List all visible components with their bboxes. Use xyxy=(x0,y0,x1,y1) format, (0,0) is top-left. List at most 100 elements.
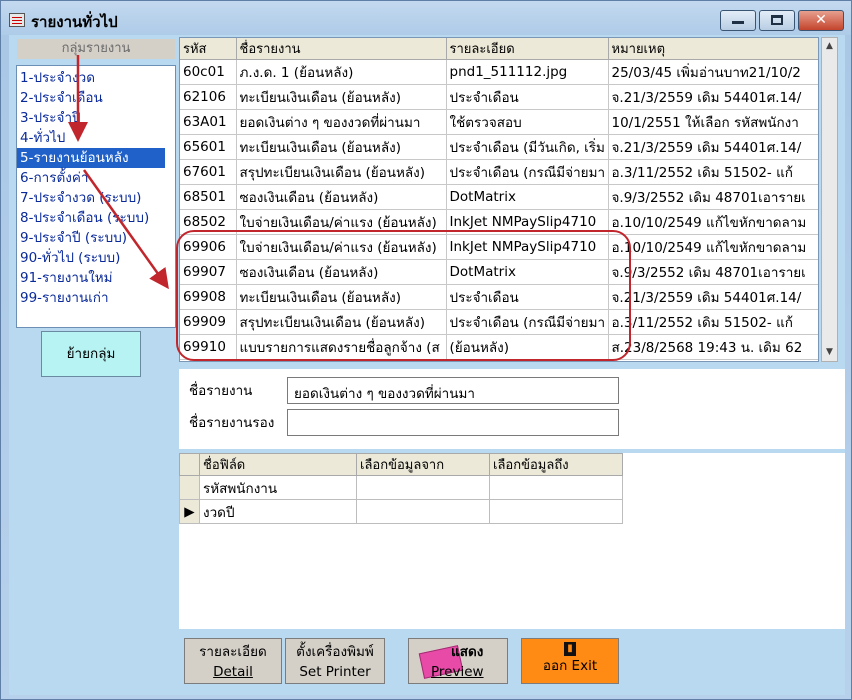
report-cell[interactable]: 25/03/45 เพิ่มอ่านบาท21/10/2 xyxy=(608,59,818,85)
title-bar[interactable]: รายงานทั่วไป ✕ xyxy=(1,1,851,35)
report-cell[interactable]: ซองเงินเดือน (ย้อนหลัง) xyxy=(236,184,447,210)
field-column-header[interactable]: เลือกข้อมูลจาก xyxy=(356,453,490,476)
report-group-item[interactable]: 5-รายงานย้อนหลัง xyxy=(17,148,165,168)
row-selector-icon[interactable] xyxy=(179,475,200,500)
report-row[interactable]: 63A01 ยอดเงินต่าง ๆ ของงวดที่ผ่านมา ใช้ตรว… xyxy=(180,109,818,135)
report-column-header[interactable]: ชื่อรายงาน xyxy=(236,38,447,60)
report-cell[interactable]: ส.23/8/2568 19:43 น. เดิม 62 xyxy=(608,334,818,360)
report-cell[interactable]: 60c01 xyxy=(180,59,237,85)
report-cell[interactable]: ใบจ่ายเงินเดือน/ค่าแรง (ย้อนหลัง) xyxy=(236,234,447,260)
report-cell[interactable]: 68502 xyxy=(180,209,237,235)
report-cell[interactable]: อ.10/10/2549 แก้ไขหักขาดลาม xyxy=(608,234,818,260)
field-cell-from[interactable] xyxy=(356,499,490,524)
field-cell-to[interactable] xyxy=(489,475,623,500)
scroll-up-icon[interactable]: ▲ xyxy=(822,38,837,55)
report-group-list[interactable]: 1-ประจำงวด 2-ประจำเดือน 3-ประจำปี 4-ทั่วไป 5… xyxy=(16,65,176,328)
field-row[interactable]: ▶ งวดปี xyxy=(179,499,623,524)
report-cell[interactable]: 69908 xyxy=(180,284,237,310)
report-row[interactable]: 69910 แบบรายการแสดงรายชื่อลูกจ้าง (ส (ย้อน… xyxy=(180,334,818,360)
maximize-button[interactable] xyxy=(759,10,795,31)
report-row[interactable]: 69908 ทะเบียนเงินเดือน (ย้อนหลัง) ประจำเดื… xyxy=(180,284,818,310)
report-cell[interactable]: 69907 xyxy=(180,259,237,285)
report-cell[interactable]: สรุปทะเบียนเงินเดือน (ย้อนหลัง) xyxy=(236,159,447,185)
report-cell[interactable]: ประจำเดือน (มีวันเกิด, เริ่ม xyxy=(446,134,609,160)
report-cell[interactable]: ใช้ตรวจสอบ xyxy=(446,109,609,135)
detail-button[interactable]: รายละเอียด Detail xyxy=(184,638,282,684)
report-cell[interactable]: จ.9/3/2552 เดิม 48701เอารายเ xyxy=(608,184,818,210)
report-cell[interactable]: 69910 xyxy=(180,334,237,360)
report-group-item[interactable]: 8-ประจำเดือน (ระบบ) xyxy=(17,208,175,228)
report-cell[interactable]: สรุปทะเบียนเงินเดือน (ย้อนหลัง) xyxy=(236,309,447,335)
report-grid-scrollbar[interactable]: ▲ ▼ xyxy=(821,37,838,362)
report-cell[interactable]: DotMatrix xyxy=(446,184,609,210)
field-row[interactable]: รหัสพนักงาน xyxy=(179,475,623,500)
report-cell[interactable]: ทะเบียนเงินเดือน (ย้อนหลัง) xyxy=(236,284,447,310)
report-cell[interactable]: จ.21/3/2559 เดิม 54401ศ.14/ xyxy=(608,134,818,160)
report-group-item[interactable]: 2-ประจำเดือน xyxy=(17,88,175,108)
report-cell[interactable]: จ.9/3/2552 เดิม 48701เอารายเ xyxy=(608,259,818,285)
report-group-item[interactable]: 99-รายงานเก่า xyxy=(17,288,175,308)
report-cell[interactable]: ภ.ง.ด. 1 (ย้อนหลัง) xyxy=(236,59,447,85)
report-cell[interactable]: 67601 xyxy=(180,159,237,185)
report-column-header[interactable]: รายละเอียด xyxy=(446,38,609,60)
report-cell[interactable]: อ.3/11/2552 เดิม 51502- แก้ xyxy=(608,309,818,335)
report-cell[interactable]: ทะเบียนเงินเดือน (ย้อนหลัง) xyxy=(236,134,447,160)
report-cell[interactable]: 63A01 xyxy=(180,109,237,135)
report-cell[interactable]: 68501 xyxy=(180,184,237,210)
report-cell[interactable]: 62106 xyxy=(180,84,237,110)
report-cell[interactable]: ทะเบียนเงินเดือน (ย้อนหลัง) xyxy=(236,84,447,110)
report-grid[interactable]: รหัส ชื่อรายงาน รายละเอียด หมายเหตุ 60c01 ภ.… xyxy=(179,37,819,362)
report-row[interactable]: 62106 ทะเบียนเงินเดือน (ย้อนหลัง) ประจำเดื… xyxy=(180,84,818,110)
move-group-button[interactable]: ย้ายกลุ่ม xyxy=(41,331,141,377)
report-group-item[interactable]: 91-รายงานใหม่ xyxy=(17,268,175,288)
report-cell[interactable]: จ.21/3/2559 เดิม 54401ศ.14/ xyxy=(608,84,818,110)
report-cell[interactable]: ประจำเดือน xyxy=(446,84,609,110)
report-row[interactable]: 69906 ใบจ่ายเงินเดือน/ค่าแรง (ย้อนหลัง) In… xyxy=(180,234,818,260)
report-group-item[interactable]: 4-ทั่วไป xyxy=(17,128,175,148)
report-cell[interactable]: ประจำเดือน (กรณีมีจ่ายมา xyxy=(446,309,609,335)
minimize-button[interactable] xyxy=(720,10,756,31)
report-cell[interactable]: อ.3/11/2552 เดิม 51502- แก้ xyxy=(608,159,818,185)
field-column-header[interactable]: ชื่อฟิล์ด xyxy=(199,453,357,476)
report-cell[interactable]: 10/1/2551 ให้เลือก รหัสพนักงา xyxy=(608,109,818,135)
report-cell[interactable]: 69909 xyxy=(180,309,237,335)
report-cell[interactable]: (ย้อนหลัง) xyxy=(446,334,609,360)
report-name-field[interactable]: ยอดเงินต่าง ๆ ของงวดที่ผ่านมา xyxy=(287,377,619,404)
field-cell-name[interactable]: งวดปี xyxy=(199,499,357,524)
report-cell[interactable]: ประจำเดือน (กรณีมีจ่ายมา xyxy=(446,159,609,185)
exit-button[interactable]: ▮ ออก Exit xyxy=(521,638,619,684)
report-cell[interactable]: ใบจ่ายเงินเดือน/ค่าแรง (ย้อนหลัง) xyxy=(236,209,447,235)
report-cell[interactable]: DotMatrix xyxy=(446,259,609,285)
field-filter-grid[interactable]: ชื่อฟิล์ด เลือกข้อมูลจาก เลือกข้อมูลถึง รห… xyxy=(179,453,623,524)
report-row[interactable]: 69909 สรุปทะเบียนเงินเดือน (ย้อนหลัง) ประจ… xyxy=(180,309,818,335)
scroll-down-icon[interactable]: ▼ xyxy=(822,344,837,361)
sub-report-name-field[interactable] xyxy=(287,409,619,436)
set-printer-button[interactable]: ตั้งเครื่องพิมพ์ Set Printer xyxy=(285,638,385,684)
report-column-header[interactable]: รหัส xyxy=(180,38,237,60)
field-cell-name[interactable]: รหัสพนักงาน xyxy=(199,475,357,500)
report-group-item[interactable]: 7-ประจำงวด (ระบบ) xyxy=(17,188,175,208)
report-cell[interactable]: แบบรายการแสดงรายชื่อลูกจ้าง (ส xyxy=(236,334,447,360)
report-cell[interactable]: ซองเงินเดือน (ย้อนหลัง) xyxy=(236,259,447,285)
field-cell-from[interactable] xyxy=(356,475,490,500)
report-cell[interactable]: 65601 xyxy=(180,134,237,160)
report-cell[interactable]: ประจำเดือน xyxy=(446,284,609,310)
preview-button[interactable]: แสดง Preview xyxy=(408,638,508,684)
report-cell[interactable]: อ.10/10/2549 แก้ไขหักขาดลาม xyxy=(608,209,818,235)
report-row[interactable]: 68501 ซองเงินเดือน (ย้อนหลัง) DotMatrix จ.9… xyxy=(180,184,818,210)
field-column-header[interactable]: เลือกข้อมูลถึง xyxy=(489,453,623,476)
report-cell[interactable]: pnd1_511112.jpg xyxy=(446,59,609,85)
report-row[interactable]: 68502 ใบจ่ายเงินเดือน/ค่าแรง (ย้อนหลัง) In… xyxy=(180,209,818,235)
report-cell[interactable]: จ.21/3/2559 เดิม 54401ศ.14/ xyxy=(608,284,818,310)
report-group-item[interactable]: 3-ประจำปี xyxy=(17,108,175,128)
report-cell[interactable]: 69906 xyxy=(180,234,237,260)
report-row[interactable]: 69907 ซองเงินเดือน (ย้อนหลัง) DotMatrix จ.9… xyxy=(180,259,818,285)
report-column-header[interactable]: หมายเหตุ xyxy=(608,38,818,60)
report-row[interactable]: 60c01 ภ.ง.ด. 1 (ย้อนหลัง) pnd1_511112.jpg 2… xyxy=(180,59,818,85)
report-group-item[interactable]: 9-ประจำปี (ระบบ) xyxy=(17,228,175,248)
field-cell-to[interactable] xyxy=(489,499,623,524)
report-cell[interactable]: InkJet NMPaySlip4710 xyxy=(446,209,609,235)
report-row[interactable]: 67601 สรุปทะเบียนเงินเดือน (ย้อนหลัง) ประจ… xyxy=(180,159,818,185)
report-cell[interactable]: InkJet NMPaySlip4710 xyxy=(446,234,609,260)
report-group-item[interactable]: 6-การตั้งค่า xyxy=(17,168,175,188)
